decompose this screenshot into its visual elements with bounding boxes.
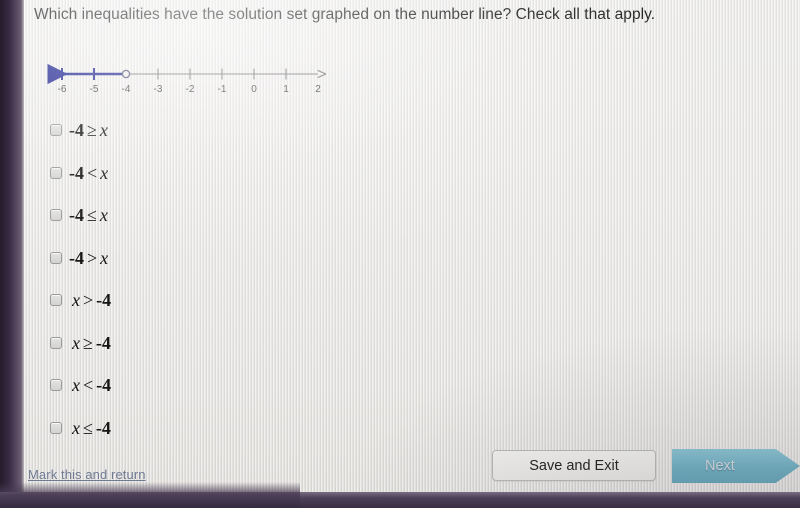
option-label-3: -4 ≤ x xyxy=(69,205,108,225)
quiz-screen: Which inequalities have the solution set… xyxy=(24,0,800,508)
option-row[interactable]: x ≤ -4 xyxy=(50,417,310,463)
option-label-8: x ≤ -4 xyxy=(72,417,111,438)
option-row[interactable]: -4 ≥ x xyxy=(50,120,310,165)
option-checkbox-2[interactable] xyxy=(50,166,62,179)
save-and-exit-button[interactable]: Save and Exit xyxy=(492,450,656,481)
tick-label: -2 xyxy=(186,84,195,95)
option-checkbox-4[interactable] xyxy=(50,251,62,264)
tick-label: 1 xyxy=(283,84,289,95)
option-label-6: x ≥ -4 xyxy=(72,332,111,353)
option-checkbox-3[interactable] xyxy=(50,209,62,221)
open-circle-endpoint xyxy=(121,69,131,79)
tick-label: -3 xyxy=(154,84,163,95)
option-row[interactable]: x < -4 xyxy=(50,375,310,420)
option-checkbox-1[interactable] xyxy=(50,124,62,136)
option-row[interactable]: x > -4 xyxy=(50,290,310,335)
option-label-7: x < -4 xyxy=(72,375,112,395)
option-label-4: -4 > x xyxy=(69,247,109,268)
option-checkbox-5[interactable] xyxy=(50,294,62,306)
tick-label: -5 xyxy=(90,84,99,95)
number-line-labels: -6 -5 -4 -3 -2 -1 0 1 2 xyxy=(58,84,322,95)
photo-bottom-edge-left xyxy=(0,482,300,508)
option-row[interactable]: -4 > x xyxy=(50,247,310,293)
option-row[interactable]: x ≥ -4 xyxy=(50,332,310,378)
answer-options-list: -4 ≥ x -4 < x -4 ≤ x -4 > x x > -4 x ≥ -4 xyxy=(50,120,310,463)
number-line-svg: -6 -5 -4 -3 -2 -1 0 1 2 xyxy=(47,63,326,95)
option-checkbox-8[interactable] xyxy=(50,421,62,434)
option-row[interactable]: -4 < x xyxy=(50,162,310,208)
option-label-1: -4 ≥ x xyxy=(69,120,108,140)
photo-frame: Which inequalities have the solution set… xyxy=(0,0,800,508)
option-checkbox-6[interactable] xyxy=(50,336,62,349)
tick-label: -1 xyxy=(218,84,227,95)
option-label-2: -4 < x xyxy=(69,162,109,183)
option-checkbox-7[interactable] xyxy=(50,379,62,391)
tick-label: -6 xyxy=(58,84,67,95)
question-text: Which inequalities have the solution set… xyxy=(34,6,656,23)
number-line-graph: -6 -5 -4 -3 -2 -1 0 1 2 xyxy=(26,58,326,106)
tick-label: 0 xyxy=(251,84,257,95)
option-row[interactable]: -4 ≤ x xyxy=(50,205,310,250)
mark-this-and-return-link[interactable]: Mark this and return xyxy=(28,467,146,482)
tick-label: -4 xyxy=(122,84,131,95)
tick-label: 2 xyxy=(315,84,321,95)
next-button[interactable]: Next xyxy=(672,449,800,483)
option-label-5: x > -4 xyxy=(72,290,112,310)
